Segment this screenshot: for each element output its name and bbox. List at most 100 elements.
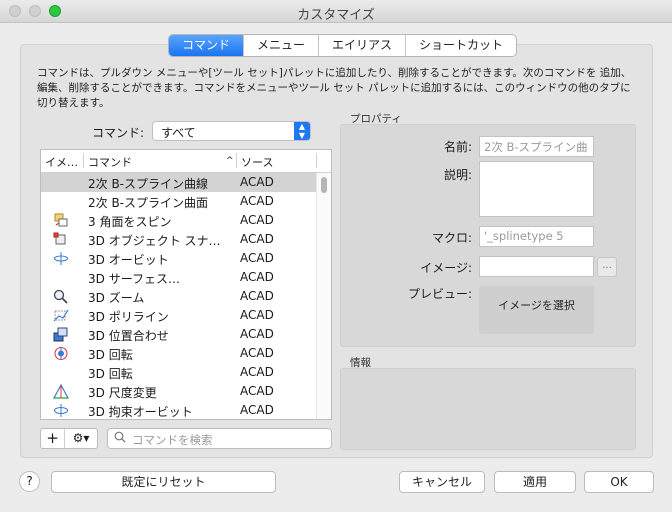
command-name: 3D 回転: [88, 348, 133, 362]
command-source: ACAD: [240, 270, 274, 284]
tab-shortcuts[interactable]: ショートカット: [406, 35, 516, 56]
table-row[interactable]: 3D オブジェクト スナッ… ACAD: [41, 230, 317, 249]
tab-commands[interactable]: コマンド: [169, 35, 245, 56]
macro-label: マクロ:: [431, 231, 472, 245]
description-text: コマンドは、プルダウン メニューや[ツール セット]パレットに追加したり、削除す…: [37, 67, 632, 109]
tab-menus[interactable]: メニュー: [244, 35, 320, 56]
name-field[interactable]: 2次 B-スプライン曲: [479, 136, 594, 157]
command-name: 3D オブジェクト スナッ…: [88, 234, 232, 248]
table-row[interactable]: 3 角面をスピン ACAD: [41, 211, 317, 230]
column-header-source[interactable]: ソース: [241, 154, 273, 170]
table-row[interactable]: 3D 尺度変更 ACAD: [41, 382, 317, 401]
window-title: カスタマイズ: [297, 8, 375, 23]
blank-icon: [53, 270, 69, 285]
scale-icon: [52, 383, 70, 399]
table-row[interactable]: 3D オービット ACAD: [41, 249, 317, 268]
polyline-icon: [53, 308, 69, 323]
gear-menu-button[interactable]: ⚙▾: [65, 429, 97, 448]
table-row[interactable]: 3D 回転 ACAD: [41, 363, 317, 382]
search-icon: [114, 431, 126, 446]
column-header-command[interactable]: コマンド: [88, 154, 132, 170]
command-name: 3D オービット: [88, 253, 169, 267]
align-icon: [53, 327, 69, 342]
orbit-icon: [53, 251, 69, 266]
blank-icon: [53, 175, 69, 190]
command-source: ACAD: [240, 213, 274, 227]
image-label: イメージ:: [420, 261, 472, 275]
command-source: ACAD: [240, 232, 274, 246]
column-header-image[interactable]: イメ…: [45, 154, 78, 170]
table-row[interactable]: 3D ポリライン ACAD: [41, 306, 317, 325]
command-name: 3D 尺度変更: [88, 386, 157, 400]
description-label: 説明:: [443, 168, 472, 182]
list-action-buttons: + ⚙▾: [40, 428, 98, 449]
command-filter-value: すべて: [161, 126, 196, 140]
title-bar: カスタマイズ: [0, 0, 672, 23]
column-divider: [236, 153, 237, 168]
table-header: イメ… コマンド ^ ソース: [41, 150, 331, 173]
command-name: 3D サーフェス…: [88, 272, 180, 286]
command-source: ACAD: [240, 365, 274, 379]
command-source: ACAD: [240, 175, 274, 189]
command-source: ACAD: [240, 327, 274, 341]
zoom-icon: [53, 289, 69, 304]
updown-chevron-icon: ▲ ▼: [294, 122, 310, 140]
table-row[interactable]: 2次 B-スプライン曲線 ACAD: [41, 173, 317, 192]
customize-window: カスタマイズ コマンド メニュー エイリアス ショートカット コマンドは、プルダ…: [0, 0, 672, 512]
name-label: 名前:: [443, 140, 472, 154]
blank-icon: [53, 194, 69, 209]
command-filter-select[interactable]: すべて ▲ ▼: [152, 121, 311, 141]
command-name: 3D ズーム: [88, 291, 145, 305]
table-row[interactable]: 2次 B-スプライン曲面 ACAD: [41, 192, 317, 211]
command-search-input[interactable]: [130, 431, 329, 448]
command-name: 3D 回転: [88, 367, 133, 381]
rotate-icon: [53, 346, 69, 361]
command-source: ACAD: [240, 251, 274, 265]
command-name: 3D 拘束オービット: [88, 405, 193, 419]
command-name: 2次 B-スプライン曲面: [88, 196, 209, 210]
command-filter-label: コマンド:: [92, 126, 145, 140]
command-name: 3D 位置合わせ: [88, 329, 169, 343]
table-row[interactable]: 3D サーフェス… ACAD: [41, 268, 317, 287]
info-box: [340, 368, 636, 450]
ok-button[interactable]: OK: [584, 471, 654, 493]
browse-image-button[interactable]: ...: [597, 257, 617, 277]
table-row[interactable]: 3D ズーム ACAD: [41, 287, 317, 306]
table-row[interactable]: 3D 拘束オービット ACAD: [41, 401, 317, 419]
command-name: 3D ポリライン: [88, 310, 169, 324]
sort-ascending-icon: ^: [226, 156, 234, 166]
command-search-box: [107, 428, 332, 449]
tab-bar: コマンド メニュー エイリアス ショートカット: [168, 34, 518, 57]
description-field[interactable]: [479, 161, 594, 217]
cancel-button[interactable]: キャンセル: [399, 471, 485, 493]
command-source: ACAD: [240, 194, 274, 208]
table-scrollbar[interactable]: [316, 173, 331, 419]
command-name: 3 角面をスピン: [88, 215, 172, 229]
column-divider: [83, 153, 84, 168]
apply-button[interactable]: 適用: [494, 471, 576, 493]
preview-label: プレビュー:: [407, 287, 472, 301]
blank-icon: [53, 365, 69, 380]
command-source: ACAD: [240, 308, 274, 322]
command-source: ACAD: [240, 384, 274, 398]
reset-to-default-button[interactable]: 既定にリセット: [51, 471, 276, 493]
command-table: イメ… コマンド ^ ソース 2次 B-スプライン曲線 ACAD 2次 B-スプライ…: [40, 149, 332, 420]
tab-aliases[interactable]: エイリアス: [319, 35, 407, 56]
select-image-button[interactable]: イメージを選択: [479, 286, 594, 334]
constrained-orbit-icon: [53, 403, 69, 418]
command-name: 2次 B-スプライン曲線: [88, 177, 209, 191]
command-source: ACAD: [240, 346, 274, 360]
column-divider: [316, 153, 317, 168]
command-rows: 2次 B-スプライン曲線 ACAD 2次 B-スプライン曲面 ACAD 3 角面をスピン…: [41, 173, 317, 419]
add-command-button[interactable]: +: [41, 429, 65, 448]
image-field[interactable]: [479, 256, 594, 277]
table-row[interactable]: 3D 位置合わせ ACAD: [41, 325, 317, 344]
macro-field[interactable]: '_splinetype 5: [479, 226, 594, 247]
table-row[interactable]: 3D 回転 ACAD: [41, 344, 317, 363]
object-snap-icon: [53, 232, 69, 247]
help-button[interactable]: ?: [19, 471, 40, 492]
command-source: ACAD: [240, 403, 274, 417]
command-source: ACAD: [240, 289, 274, 303]
spin-faces-icon: [53, 213, 69, 228]
scrollbar-thumb[interactable]: [321, 177, 327, 193]
